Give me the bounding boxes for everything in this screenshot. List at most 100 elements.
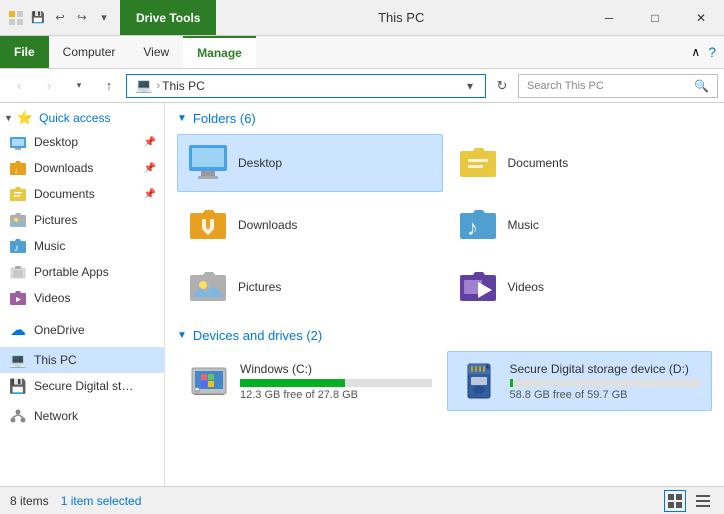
title-bar-icons: 💾 ↩ ↪ ▾ bbox=[0, 0, 120, 35]
downloads-folder-icon bbox=[188, 205, 228, 245]
search-box[interactable]: Search This PC 🔍 bbox=[518, 74, 718, 98]
refresh-button[interactable]: ↻ bbox=[490, 74, 514, 98]
documents-folder-label: Documents bbox=[508, 156, 569, 170]
pictures-folder-icon bbox=[8, 210, 28, 230]
folder-item-desktop[interactable]: Desktop bbox=[177, 134, 443, 192]
large-icons-icon bbox=[668, 494, 682, 508]
status-bar-right bbox=[664, 490, 714, 512]
folder-item-downloads[interactable]: Downloads bbox=[177, 196, 443, 254]
tab-file[interactable]: File bbox=[0, 36, 49, 68]
large-icons-view-button[interactable] bbox=[664, 490, 686, 512]
minimize-button[interactable]: ─ bbox=[586, 0, 632, 35]
svg-text:♪: ♪ bbox=[467, 215, 478, 240]
up-icon: ↑ bbox=[106, 78, 113, 93]
address-input[interactable]: 💻 › This PC ▾ bbox=[126, 74, 486, 98]
sidebar-item-network[interactable]: Network bbox=[0, 403, 164, 429]
drive-item-d[interactable]: Secure Digital storage device (D:) 58.8 … bbox=[447, 351, 713, 411]
quick-access-label: Quick access bbox=[39, 111, 110, 125]
drive-d-bar-bg bbox=[510, 379, 702, 387]
content-area: ▼ Folders (6) Desktop Documents bbox=[165, 103, 724, 486]
music-folder-icon: ♪ bbox=[458, 205, 498, 245]
details-view-button[interactable] bbox=[692, 490, 714, 512]
thispc-icon: 💻 bbox=[8, 350, 28, 370]
folders-section-header[interactable]: ▼ Folders (6) bbox=[177, 111, 712, 126]
window-controls: ─ □ ✕ bbox=[586, 0, 724, 35]
back-icon: ‹ bbox=[17, 78, 21, 93]
address-text: This PC bbox=[162, 79, 205, 93]
tab-manage[interactable]: Manage bbox=[183, 36, 256, 68]
drive-c-info: Windows (C:) 12.3 GB free of 27.8 GB bbox=[240, 362, 432, 401]
network-icon bbox=[8, 406, 28, 426]
folder-item-videos[interactable]: Videos bbox=[447, 258, 713, 316]
back-button[interactable]: ‹ bbox=[6, 74, 32, 98]
chevron-down-icon: ▼ bbox=[4, 113, 13, 123]
drive-d-bar-fill bbox=[510, 379, 514, 387]
address-bar: ‹ › ▾ ↑ 💻 › This PC ▾ ↻ Search This PC 🔍 bbox=[0, 69, 724, 103]
downloads-folder-label: Downloads bbox=[238, 218, 297, 232]
devices-section-header[interactable]: ▼ Devices and drives (2) bbox=[177, 328, 712, 343]
folder-item-pictures[interactable]: Pictures bbox=[177, 258, 443, 316]
pin-icon: 📌 bbox=[144, 137, 156, 148]
address-dropdown-icon[interactable]: ▾ bbox=[463, 79, 477, 93]
svg-text:♪: ♪ bbox=[14, 243, 19, 254]
sidebar-quick-access-header[interactable]: ▼ ⭐ Quick access bbox=[0, 107, 164, 129]
drive-d-space: 58.8 GB free of 59.7 GB bbox=[510, 389, 702, 401]
folder-item-music[interactable]: ♪ Music bbox=[447, 196, 713, 254]
music-folder-icon: ♪ bbox=[8, 236, 28, 256]
desktop-folder-icon bbox=[188, 143, 228, 183]
devices-chevron-icon: ▼ bbox=[177, 330, 187, 341]
pin-icon: 📌 bbox=[144, 189, 156, 200]
documents-folder-icon bbox=[8, 184, 28, 204]
drive-c-name: Windows (C:) bbox=[240, 362, 432, 376]
address-pc-icon: 💻 bbox=[135, 77, 152, 94]
drive-d-info: Secure Digital storage device (D:) 58.8 … bbox=[510, 362, 702, 401]
portable-apps-label: Portable Apps bbox=[34, 265, 109, 279]
sidebar-item-downloads[interactable]: ↓ Downloads 📌 bbox=[0, 155, 164, 181]
ribbon: File Computer View Manage ∧ ? bbox=[0, 36, 724, 69]
maximize-button[interactable]: □ bbox=[632, 0, 678, 35]
sidebar-item-music[interactable]: ♪ Music bbox=[0, 233, 164, 259]
recent-locations-button[interactable]: ▾ bbox=[66, 74, 92, 98]
help-icon: ? bbox=[708, 44, 716, 60]
sidebar-item-videos[interactable]: Videos bbox=[0, 285, 164, 311]
drive-tools-tab[interactable]: Drive Tools bbox=[120, 0, 216, 35]
drive-c-space: 12.3 GB free of 27.8 GB bbox=[240, 389, 432, 401]
sidebar-item-sd-storage[interactable]: 💾 Secure Digital storage bbox=[0, 373, 164, 399]
sidebar-item-portable-apps[interactable]: Portable Apps bbox=[0, 259, 164, 285]
desktop-folder-label: Desktop bbox=[238, 156, 282, 170]
ribbon-expand[interactable]: ∧ ? bbox=[683, 36, 724, 68]
drive-item-c[interactable]: Windows (C:) 12.3 GB free of 27.8 GB bbox=[177, 351, 443, 411]
refresh-icon: ↻ bbox=[497, 78, 508, 94]
sidebar-item-documents[interactable]: Documents 📌 bbox=[0, 181, 164, 207]
portable-apps-folder-icon bbox=[8, 262, 28, 282]
close-button[interactable]: ✕ bbox=[678, 0, 724, 35]
ribbon-tabs: File Computer View Manage ∧ ? bbox=[0, 36, 724, 68]
folder-item-documents[interactable]: Documents bbox=[447, 134, 713, 192]
pictures-folder-label: Pictures bbox=[238, 280, 281, 294]
redo-icon[interactable]: ↪ bbox=[74, 10, 90, 26]
sidebar-item-desktop[interactable]: Desktop 📌 bbox=[0, 129, 164, 155]
sd-storage-icon: 💾 bbox=[8, 376, 28, 396]
documents-label: Documents bbox=[34, 187, 95, 201]
sidebar-item-thispc[interactable]: 💻 This PC bbox=[0, 347, 164, 373]
tab-computer[interactable]: Computer bbox=[49, 36, 130, 68]
folders-chevron-icon: ▼ bbox=[177, 113, 187, 124]
sidebar-item-onedrive[interactable]: ☁ OneDrive bbox=[0, 317, 164, 343]
sidebar-item-pictures[interactable]: Pictures bbox=[0, 207, 164, 233]
search-placeholder: Search This PC bbox=[527, 80, 690, 92]
undo-icon[interactable]: ↩ bbox=[52, 10, 68, 26]
search-icon: 🔍 bbox=[694, 79, 709, 93]
pictures-label: Pictures bbox=[34, 213, 77, 227]
forward-button[interactable]: › bbox=[36, 74, 62, 98]
up-button[interactable]: ↑ bbox=[96, 74, 122, 98]
tab-view[interactable]: View bbox=[129, 36, 183, 68]
save-icon[interactable]: 💾 bbox=[30, 10, 46, 26]
selected-count: 1 item selected bbox=[61, 494, 142, 508]
onedrive-icon: ☁ bbox=[8, 320, 28, 340]
videos-folder-label: Videos bbox=[508, 280, 544, 294]
drive-d-name: Secure Digital storage device (D:) bbox=[510, 362, 702, 376]
svg-text:↓: ↓ bbox=[14, 166, 18, 175]
thispc-label: This PC bbox=[34, 353, 77, 367]
dropdown-icon[interactable]: ▾ bbox=[96, 10, 112, 26]
title-bar: 💾 ↩ ↪ ▾ Drive Tools This PC ─ □ ✕ bbox=[0, 0, 724, 36]
